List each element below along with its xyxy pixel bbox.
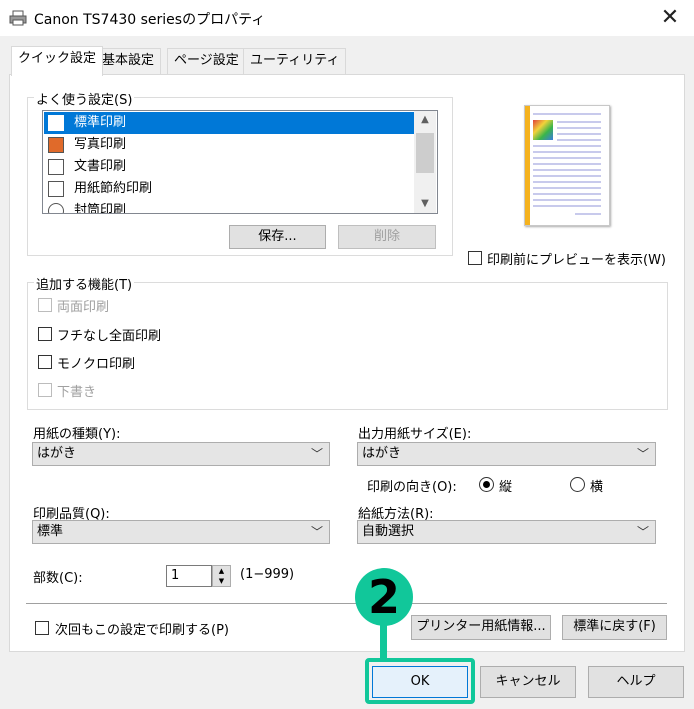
spin-up-icon[interactable]: ▲ — [213, 566, 230, 576]
cancel-button[interactable]: キャンセル — [480, 666, 576, 698]
copies-label: 部数(C): — [33, 571, 83, 586]
copies-input[interactable]: 1 — [166, 565, 212, 587]
paper-source-select[interactable]: 自動選択 ﹀ — [357, 520, 656, 544]
portrait-radio[interactable] — [479, 477, 494, 492]
envelope-icon — [48, 203, 64, 213]
grayscale-label[interactable]: モノクロ印刷 — [57, 353, 135, 372]
chevron-down-icon: ﹀ — [636, 525, 649, 539]
save-button[interactable]: 保存... — [229, 225, 326, 249]
portrait-label[interactable]: 縦 — [499, 476, 512, 495]
divider — [26, 603, 667, 604]
spin-down-icon[interactable]: ▼ — [213, 576, 230, 586]
copies-spinner[interactable]: ▲ ▼ — [212, 565, 231, 587]
standard-print-icon — [48, 115, 64, 131]
step-number-badge: 2 — [355, 568, 413, 626]
tab-utility[interactable]: ユーティリティ — [243, 48, 347, 74]
media-type-select[interactable]: はがき ﹀ — [32, 442, 330, 466]
presets-scrollbar[interactable]: ▲ ▼ — [414, 111, 436, 213]
landscape-radio[interactable] — [570, 477, 585, 492]
preview-content-icon — [533, 113, 601, 215]
list-item[interactable]: 文書印刷 — [44, 156, 414, 178]
presets-listbox[interactable]: 標準印刷 写真印刷 文書印刷 用紙節約印刷 封筒印刷 — [42, 110, 438, 214]
chevron-down-icon: ﹀ — [636, 447, 649, 461]
features-legend: 追加する機能(T) — [34, 274, 135, 293]
ok-highlight-frame — [365, 658, 475, 704]
scroll-down-icon[interactable]: ▼ — [414, 195, 436, 213]
copies-range: (1−999) — [240, 567, 295, 582]
scroll-thumb[interactable] — [416, 133, 434, 173]
tab-quick-settings[interactable]: クイック設定 — [11, 46, 104, 76]
draft-label: 下書き — [57, 385, 97, 400]
features-group — [27, 282, 668, 410]
grayscale-checkbox[interactable] — [38, 355, 52, 369]
duplex-label: 両面印刷 — [57, 300, 110, 315]
list-item[interactable]: 封筒印刷 — [44, 200, 414, 213]
chevron-down-icon: ﹀ — [310, 525, 323, 539]
orientation-label: 印刷の向き(O): — [367, 480, 457, 495]
show-preview-label[interactable]: 印刷前にプレビューを表示(W) — [487, 249, 666, 268]
list-item[interactable]: 用紙節約印刷 — [44, 178, 414, 200]
tab-basic-settings[interactable]: 基本設定 — [95, 48, 162, 74]
paper-saving-icon — [48, 181, 64, 197]
borderless-label[interactable]: フチなし全面印刷 — [57, 325, 161, 344]
landscape-label[interactable]: 横 — [590, 476, 603, 495]
window-title: Canon TS7430 seriesのプロパティ — [34, 12, 266, 28]
tab-page-setup[interactable]: ページ設定 — [167, 48, 246, 74]
help-button[interactable]: ヘルプ — [588, 666, 684, 698]
scroll-up-icon[interactable]: ▲ — [414, 111, 436, 129]
list-item[interactable]: 写真印刷 — [44, 134, 414, 156]
restore-defaults-button[interactable]: 標準に戻す(F) — [562, 615, 667, 640]
borderless-checkbox[interactable] — [38, 327, 52, 341]
media-type-label: 用紙の種類(Y): — [33, 427, 121, 442]
photo-print-icon — [48, 137, 64, 153]
show-preview-checkbox[interactable] — [468, 251, 482, 265]
presets-legend: よく使う設定(S) — [34, 89, 135, 108]
output-size-label: 出力用紙サイズ(E): — [358, 427, 472, 442]
page-preview — [524, 105, 610, 226]
delete-button[interactable]: 削除 — [338, 225, 436, 249]
close-button[interactable]: ✕ — [656, 5, 684, 31]
chevron-down-icon: ﹀ — [310, 447, 323, 461]
document-print-icon — [48, 159, 64, 175]
always-print-checkbox[interactable] — [35, 621, 49, 635]
output-size-select[interactable]: はがき ﹀ — [357, 442, 656, 466]
list-item[interactable]: 標準印刷 — [44, 112, 414, 134]
draft-checkbox[interactable] — [38, 383, 52, 397]
duplex-checkbox[interactable] — [38, 298, 52, 312]
print-quality-select[interactable]: 標準 ﹀ — [32, 520, 330, 544]
printer-media-info-button[interactable]: プリンター用紙情報... — [411, 615, 551, 640]
annotation-connector — [380, 624, 387, 662]
printer-icon — [9, 10, 27, 26]
always-print-label[interactable]: 次回もこの設定で印刷する(P) — [55, 619, 229, 638]
